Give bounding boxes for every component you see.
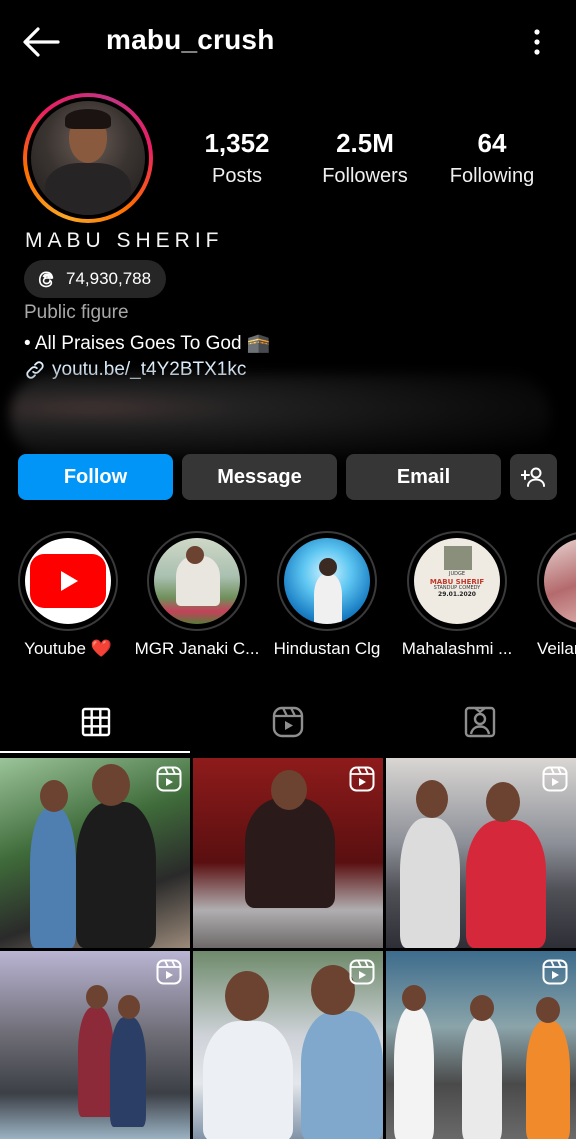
post-tile[interactable] (0, 758, 190, 948)
tab-reels[interactable] (192, 694, 384, 750)
profile-avatar[interactable] (23, 93, 153, 223)
followers-stat[interactable]: 2.5M Followers (318, 128, 412, 188)
reel-icon (156, 766, 182, 792)
reel-icon (156, 959, 182, 985)
profile-tabs (0, 694, 576, 754)
highlight-veilank[interactable]: Veilank (537, 531, 576, 658)
followers-label: Followers (322, 165, 408, 187)
full-name: MABU SHERIF (25, 229, 224, 252)
highlight-mahalashmi[interactable]: JUDGE MABU SHERIF STANDUP COMEDY 29.01.2… (402, 531, 512, 658)
highlight-label: Youtube ❤️ (24, 639, 112, 658)
post-tile[interactable] (193, 951, 383, 1139)
following-count: 64 (477, 128, 507, 158)
post-tile[interactable] (386, 951, 576, 1139)
following-stat[interactable]: 64 Following (446, 128, 538, 188)
grid-icon (81, 707, 111, 737)
username-title: mabu_crush (106, 24, 275, 55)
following-label: Following (449, 165, 535, 187)
post-tile[interactable] (386, 758, 576, 948)
top-bar: mabu_crush (0, 0, 576, 84)
more-vertical-icon[interactable] (532, 28, 542, 56)
tab-posts-grid[interactable] (0, 694, 192, 750)
tagged-icon (464, 706, 496, 738)
posts-stat[interactable]: 1,352 Posts (196, 128, 278, 188)
bio-text: • All Praises Goes To God 🕋 (24, 333, 271, 354)
threads-count: 74,930,788 (66, 269, 152, 288)
highlight-mgr-janaki[interactable]: MGR Janaki C... (135, 531, 259, 658)
reel-icon (349, 766, 375, 792)
add-user-icon (520, 467, 545, 487)
email-button[interactable]: Email (346, 454, 501, 500)
posts-label: Posts (211, 165, 263, 187)
posts-count: 1,352 (204, 128, 270, 158)
reels-icon (272, 706, 304, 738)
active-tab-indicator (0, 751, 190, 753)
suggested-users-button[interactable] (510, 454, 557, 500)
highlight-hindustan-clg[interactable]: Hindustan Clg (274, 531, 380, 658)
youtube-icon (30, 554, 106, 608)
category-label: Public figure (24, 302, 129, 323)
reel-icon (542, 959, 568, 985)
arrow-left-icon[interactable] (22, 26, 60, 58)
post-tile[interactable] (193, 758, 383, 948)
threads-badge[interactable]: 74,930,788 (24, 260, 167, 298)
tab-tagged[interactable] (384, 694, 576, 750)
avatar-photo (31, 101, 145, 215)
highlight-label: Veilank (537, 639, 576, 658)
follow-button[interactable]: Follow (18, 454, 173, 500)
reel-icon (349, 959, 375, 985)
reel-icon (542, 766, 568, 792)
poster-text: JUDGE MABU SHERIF STANDUP COMEDY 29.01.2… (429, 571, 485, 598)
message-button[interactable]: Message (182, 454, 337, 500)
highlight-label: MGR Janaki C... (134, 639, 260, 658)
highlight-label: Hindustan Clg (273, 639, 381, 658)
post-tile[interactable] (0, 951, 190, 1139)
threads-icon (38, 271, 54, 288)
followers-count: 2.5M (336, 128, 394, 158)
highlight-youtube[interactable]: Youtube ❤️ (18, 531, 118, 658)
highlight-label: Mahalashmi ... (401, 639, 513, 658)
redacted-blur (10, 374, 550, 458)
